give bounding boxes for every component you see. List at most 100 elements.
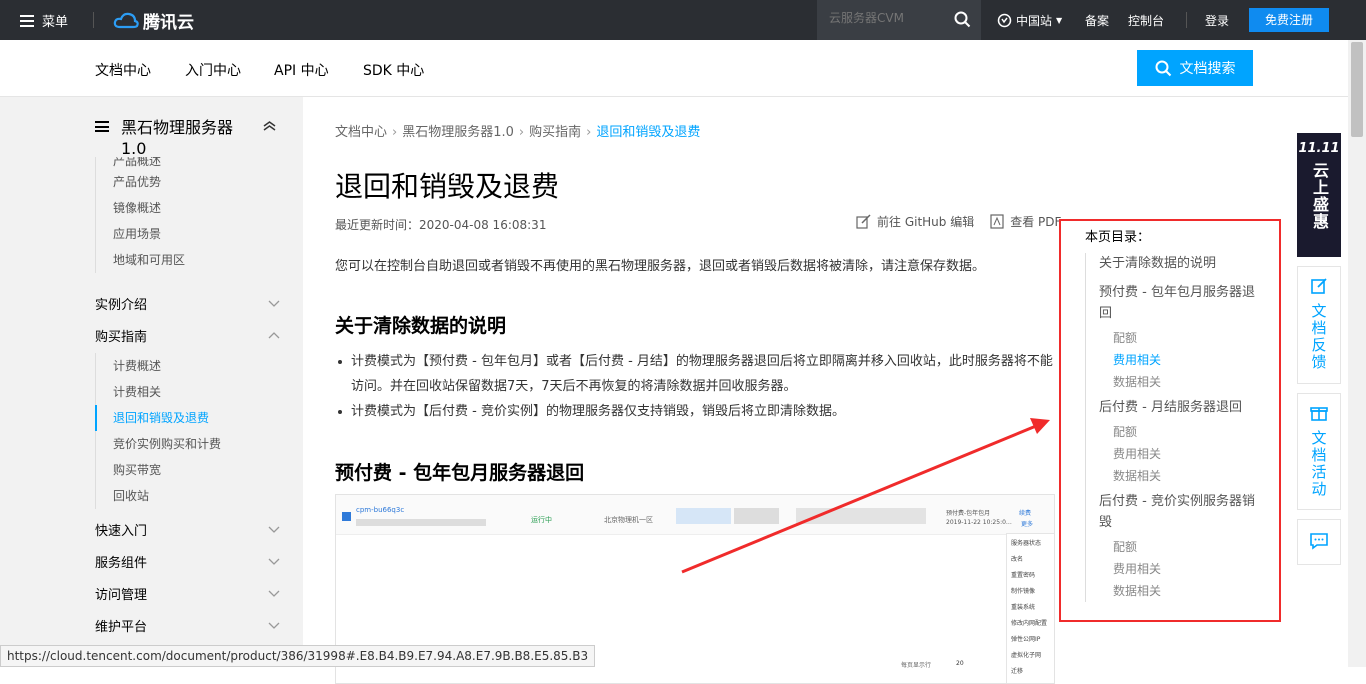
sidebar-cat-components[interactable]: 服务组件	[95, 552, 280, 571]
sidebar-item-billing[interactable]: 计费相关	[96, 379, 221, 405]
signup-button[interactable]: 免费注册	[1249, 8, 1329, 32]
sidebar-item-billing-overview[interactable]: 计费概述	[96, 353, 221, 379]
toc-sub-item[interactable]: 数据相关	[1086, 371, 1260, 393]
view-pdf-link[interactable]: 查看 PDF	[990, 213, 1061, 230]
sidebar-cat-label: 快速入门	[95, 524, 148, 539]
sidebar-item-spot-instances[interactable]: 竞价实例购买和计费	[96, 431, 221, 457]
menu-item: 虚拟化子网	[1011, 652, 1042, 659]
doc-activity-tab[interactable]: 文档活动	[1297, 393, 1341, 510]
globe-icon	[997, 13, 1012, 28]
toc-sub-item[interactable]: 费用相关	[1086, 443, 1260, 465]
site-selector[interactable]: 中国站 ▼	[997, 12, 1062, 29]
search-icon[interactable]	[954, 11, 971, 28]
table-of-contents: 关于清除数据的说明 预付费 - 包年包月服务器退回 配额 费用相关 数据相关 后…	[1085, 253, 1260, 602]
status-bar-url: https://cloud.tencent.com/document/produ…	[0, 645, 596, 667]
view-pdf-label: 查看 PDF	[1010, 215, 1062, 229]
chevron-down-icon: ▼	[1056, 16, 1063, 25]
scrollbar-thumb[interactable]	[1351, 42, 1363, 137]
chevron-down-icon	[268, 558, 280, 565]
sidebar-item-advantages[interactable]: 产品优势	[96, 169, 185, 195]
section-heading-prepaid: 预付费 - 包年包月服务器退回	[335, 462, 585, 484]
sidebar-item-recycle-bin[interactable]: 回收站	[96, 483, 221, 509]
doc-nav-bar: 文档中心 入门中心 API 中心 SDK 中心 文档搜索	[0, 40, 1348, 97]
sidebar-cat-quickstart[interactable]: 快速入门	[95, 520, 280, 539]
toc-sub-item[interactable]: 数据相关	[1086, 465, 1260, 487]
toc-heading[interactable]: 后付费 - 月结服务器退回	[1086, 397, 1260, 418]
breadcrumb-separator: ›	[586, 125, 592, 140]
sidebar-cat-access[interactable]: 访问管理	[95, 584, 280, 603]
intro-sublist: 产品概述 产品优势 镜像概述 应用场景 地域和可用区	[95, 157, 185, 273]
sidebar-item-bandwidth[interactable]: 购买带宽	[96, 457, 221, 483]
toc-sub-item[interactable]: 数据相关	[1086, 580, 1260, 602]
sidebar-cat-instances[interactable]: 实例介绍	[95, 294, 280, 313]
github-edit-link[interactable]: 前往 GitHub 编辑	[856, 213, 974, 230]
toc-heading[interactable]: 关于清除数据的说明	[1086, 253, 1260, 274]
promo-date: 11.11	[1298, 141, 1340, 156]
menu-button[interactable]: 菜单	[20, 11, 68, 30]
breadcrumb-current: 退回和销毁及退费	[596, 125, 701, 140]
gift-icon	[1310, 407, 1328, 421]
tencent-cloud-logo[interactable]: 腾讯云	[113, 8, 194, 33]
sidebar-cat-label: 购买指南	[95, 330, 148, 345]
instance-id: cpm-bu66q3c	[356, 506, 405, 514]
more-link: 更多	[1021, 521, 1034, 528]
chat-tab[interactable]	[1297, 519, 1341, 565]
breadcrumb: 文档中心 › 黑石物理服务器1.0 › 购买指南 › 退回和销毁及退费	[335, 121, 700, 140]
promo-banner[interactable]: 11.11 云上盛惠	[1297, 133, 1341, 257]
chevron-down-icon	[268, 590, 280, 597]
chevron-down-icon	[268, 300, 280, 307]
toc-sub-item[interactable]: 配额	[1086, 536, 1260, 558]
sidebar-cat-label: 访问管理	[95, 588, 148, 603]
breadcrumb-item[interactable]: 黑石物理服务器1.0	[402, 125, 514, 140]
console-link[interactable]: 控制台	[1128, 12, 1164, 29]
breadcrumb-separator: ›	[392, 125, 398, 140]
breadcrumb-item[interactable]: 文档中心	[335, 125, 387, 140]
toc-heading[interactable]: 后付费 - 竞价实例服务器销毁	[1086, 491, 1260, 533]
purchase-sublist: 计费概述 计费相关 退回和销毁及退费 竞价实例购买和计费 购买带宽 回收站	[95, 353, 221, 509]
sidebar-item-image-overview[interactable]: 镜像概述	[96, 195, 185, 221]
per-page-value: 20	[956, 660, 964, 667]
doc-activity-label: 文档活动	[1309, 430, 1328, 498]
toc-sub-item[interactable]: 费用相关	[1086, 558, 1260, 580]
list-icon	[95, 121, 109, 132]
toc-title: 本页目录：	[1085, 230, 1151, 245]
nav-doc-center[interactable]: 文档中心	[95, 60, 151, 80]
beian-link[interactable]: 备案	[1085, 12, 1109, 29]
toc-sub-item[interactable]: 配额	[1086, 327, 1260, 349]
doc-search-button[interactable]: 文档搜索	[1137, 50, 1253, 86]
toc-sub-item[interactable]: 配额	[1086, 421, 1260, 443]
sidebar-item-scenarios[interactable]: 应用场景	[96, 221, 185, 247]
global-search-input[interactable]	[829, 11, 949, 25]
doc-feedback-label: 文档反馈	[1309, 303, 1328, 371]
bullet-list: 计费模式为【预付费 - 包年包月】或者【后付费 - 月结】的物理服务器退回后将立…	[335, 349, 1065, 424]
nav-sdk-center[interactable]: SDK 中心	[363, 60, 424, 80]
toc-heading[interactable]: 预付费 - 包年包月服务器退回	[1086, 282, 1260, 324]
product-title-text: 黑石物理服务器 1.0	[121, 118, 234, 158]
sidebar-cat-label: 维护平台	[95, 620, 148, 635]
blurred-text	[796, 508, 926, 524]
sidebar-item-overview[interactable]: 产品概述	[96, 157, 185, 169]
menu-label: 菜单	[42, 15, 69, 30]
nav-getting-started[interactable]: 入门中心	[185, 60, 241, 80]
blurred-text	[734, 508, 779, 524]
doc-search-label: 文档搜索	[1179, 61, 1236, 77]
breadcrumb-item[interactable]: 购买指南	[529, 125, 581, 140]
menu-item: 服务器状态	[1011, 540, 1042, 547]
sidebar-item-regions[interactable]: 地域和可用区	[96, 247, 185, 273]
sidebar-cat-maintenance[interactable]: 维护平台	[95, 616, 280, 635]
edit-icon	[1311, 278, 1327, 294]
sidebar-item-refund[interactable]: 退回和销毁及退费	[95, 405, 221, 431]
toc-sub-item-active[interactable]: 费用相关	[1086, 349, 1260, 371]
billing-date: 2019-11-22 10:25:0…	[946, 519, 1012, 526]
divider	[93, 12, 94, 28]
menu-item: 改名	[1011, 556, 1024, 563]
bullet-item: 计费模式为【预付费 - 包年包月】或者【后付费 - 月结】的物理服务器退回后将立…	[335, 349, 1065, 399]
login-link[interactable]: 登录	[1205, 12, 1229, 29]
doc-feedback-tab[interactable]: 文档反馈	[1297, 266, 1341, 384]
menu-item: 弹性公网IP	[1011, 636, 1041, 643]
menu-item: 修改内网配置	[1011, 620, 1048, 627]
collapse-icon[interactable]	[263, 121, 276, 131]
product-title: 黑石物理服务器 1.0	[95, 117, 241, 159]
nav-api-center[interactable]: API 中心	[274, 60, 329, 80]
sidebar-cat-purchase[interactable]: 购买指南	[95, 326, 280, 345]
